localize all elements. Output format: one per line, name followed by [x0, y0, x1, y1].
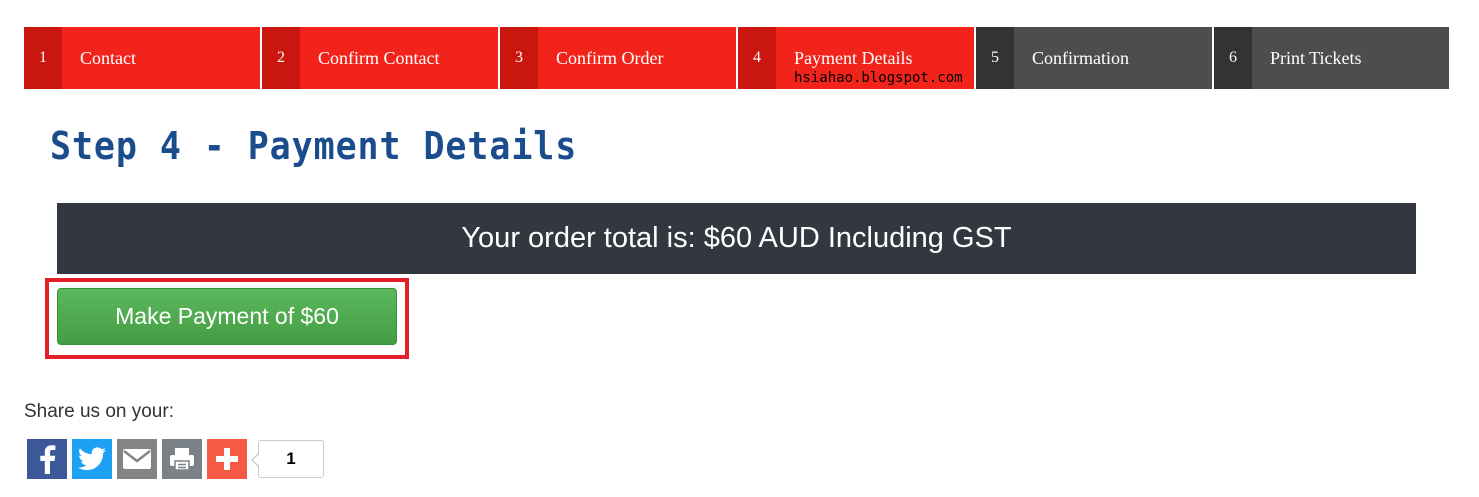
more-share-button[interactable]: [207, 439, 247, 479]
share-label: Share us on your:: [24, 401, 174, 422]
share-buttons: 1: [27, 439, 324, 479]
step-number: 2: [262, 27, 300, 89]
step-number: 1: [24, 27, 62, 89]
step-print-tickets[interactable]: 6 Print Tickets: [1212, 27, 1449, 89]
step-label: Contact: [80, 47, 136, 68]
step-label: Confirm Contact: [318, 47, 440, 68]
share-count: 1: [251, 440, 324, 478]
print-icon: [170, 448, 194, 471]
email-share-button[interactable]: [117, 439, 157, 479]
step-label: Print Tickets: [1270, 47, 1362, 68]
step-label: Confirm Order: [556, 47, 664, 68]
twitter-icon: [78, 447, 106, 471]
order-total-text: Your order total is: $60 AUD Including G…: [461, 222, 1012, 254]
page-title: Step 4 - Payment Details: [50, 124, 578, 168]
blog-watermark: hsiahao.blogspot.com: [794, 70, 963, 86]
step-label: Payment Details: [794, 47, 913, 68]
step-confirm-contact[interactable]: 2 Confirm Contact: [260, 27, 498, 89]
order-total-banner: Your order total is: $60 AUD Including G…: [57, 203, 1416, 274]
plus-icon: [216, 448, 238, 470]
make-payment-button[interactable]: Make Payment of $60: [57, 288, 397, 345]
progress-steps: 1 Contact 2 Confirm Contact 3 Confirm Or…: [24, 27, 1449, 89]
step-number: 5: [976, 27, 1014, 89]
twitter-share-button[interactable]: [72, 439, 112, 479]
step-label: Confirmation: [1032, 47, 1129, 68]
step-confirm-order[interactable]: 3 Confirm Order: [498, 27, 736, 89]
step-number: 4: [738, 27, 776, 89]
print-share-button[interactable]: [162, 439, 202, 479]
step-number: 3: [500, 27, 538, 89]
facebook-icon: [40, 445, 56, 474]
step-number: 6: [1214, 27, 1252, 89]
step-confirmation[interactable]: 5 Confirmation: [974, 27, 1212, 89]
facebook-share-button[interactable]: [27, 439, 67, 479]
email-icon: [123, 449, 151, 469]
step-contact[interactable]: 1 Contact: [24, 27, 260, 89]
